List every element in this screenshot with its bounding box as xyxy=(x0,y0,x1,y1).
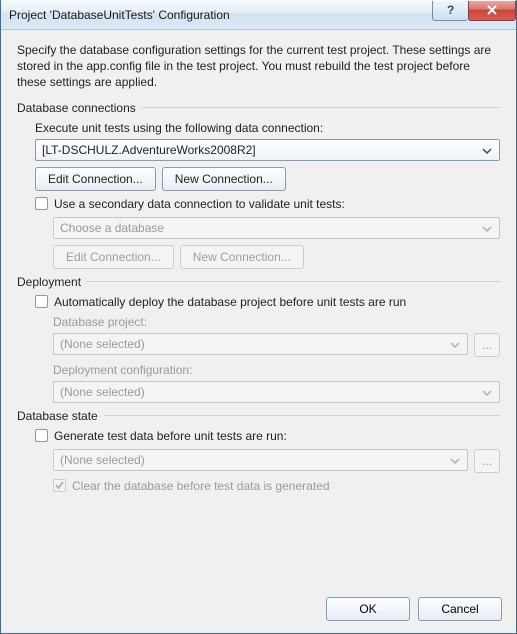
help-icon: ? xyxy=(446,4,456,16)
close-button[interactable] xyxy=(468,1,516,21)
test-data-plan-value: (None selected) xyxy=(60,453,447,467)
deployment-config-value: (None selected) xyxy=(60,385,479,399)
deployment-config-label: Deployment configuration: xyxy=(53,363,500,377)
svg-text:?: ? xyxy=(447,4,454,16)
chevron-down-icon xyxy=(447,337,463,351)
clear-database-checkbox xyxy=(53,479,66,492)
close-icon xyxy=(486,5,498,15)
intro-text: Specify the database configuration setti… xyxy=(17,42,500,91)
dialog-footer: OK Cancel xyxy=(1,587,516,633)
generate-test-data-label: Generate test data before unit tests are… xyxy=(54,429,287,443)
test-data-plan-dropdown: (None selected) xyxy=(53,449,468,471)
database-project-dropdown: (None selected) xyxy=(53,333,468,355)
browse-database-project-button: ... xyxy=(474,333,500,357)
chevron-down-icon xyxy=(479,143,495,157)
divider xyxy=(104,415,500,416)
deployment-config-dropdown: (None selected) xyxy=(53,381,500,403)
chevron-down-icon xyxy=(479,221,495,235)
secondary-new-connection-button: New Connection... xyxy=(180,245,304,269)
group-deployment: Deployment xyxy=(17,275,500,289)
secondary-connection-dropdown: Choose a database xyxy=(53,217,500,239)
database-project-value: (None selected) xyxy=(60,337,447,351)
dialog-window: Project 'DatabaseUnitTests' Configuratio… xyxy=(0,0,517,634)
group-label-text: Database state xyxy=(17,409,98,423)
group-label-text: Deployment xyxy=(17,275,81,289)
secondary-edit-connection-button: Edit Connection... xyxy=(53,245,174,269)
cancel-button[interactable]: Cancel xyxy=(418,597,502,621)
group-database-state: Database state xyxy=(17,409,500,423)
execute-connection-label: Execute unit tests using the following d… xyxy=(35,121,500,135)
dialog-body: Specify the database configuration setti… xyxy=(1,30,516,587)
browse-test-data-button: ... xyxy=(474,449,500,473)
new-connection-button[interactable]: New Connection... xyxy=(162,167,286,191)
auto-deploy-checkbox[interactable] xyxy=(35,295,48,308)
generate-test-data-checkbox[interactable] xyxy=(35,429,48,442)
ok-button[interactable]: OK xyxy=(326,597,410,621)
titlebar: Project 'DatabaseUnitTests' Configuratio… xyxy=(1,0,516,30)
chevron-down-icon xyxy=(447,453,463,467)
group-label-text: Database connections xyxy=(17,101,136,115)
primary-connection-dropdown[interactable]: [LT-DSCHULZ.AdventureWorks2008R2] xyxy=(35,139,500,161)
secondary-connection-label: Use a secondary data connection to valid… xyxy=(54,197,345,211)
auto-deploy-label: Automatically deploy the database projec… xyxy=(54,295,406,309)
divider xyxy=(142,107,500,108)
divider xyxy=(87,281,500,282)
secondary-connection-checkbox[interactable] xyxy=(35,197,48,210)
window-title: Project 'DatabaseUnitTests' Configuratio… xyxy=(9,8,432,22)
clear-database-label: Clear the database before test data is g… xyxy=(72,479,330,493)
help-button[interactable]: ? xyxy=(432,1,468,21)
edit-connection-button[interactable]: Edit Connection... xyxy=(35,167,156,191)
database-project-label: Database project: xyxy=(53,315,500,329)
secondary-connection-value: Choose a database xyxy=(60,221,479,235)
chevron-down-icon xyxy=(479,385,495,399)
group-database-connections: Database connections xyxy=(17,101,500,115)
primary-connection-value: [LT-DSCHULZ.AdventureWorks2008R2] xyxy=(42,143,479,157)
